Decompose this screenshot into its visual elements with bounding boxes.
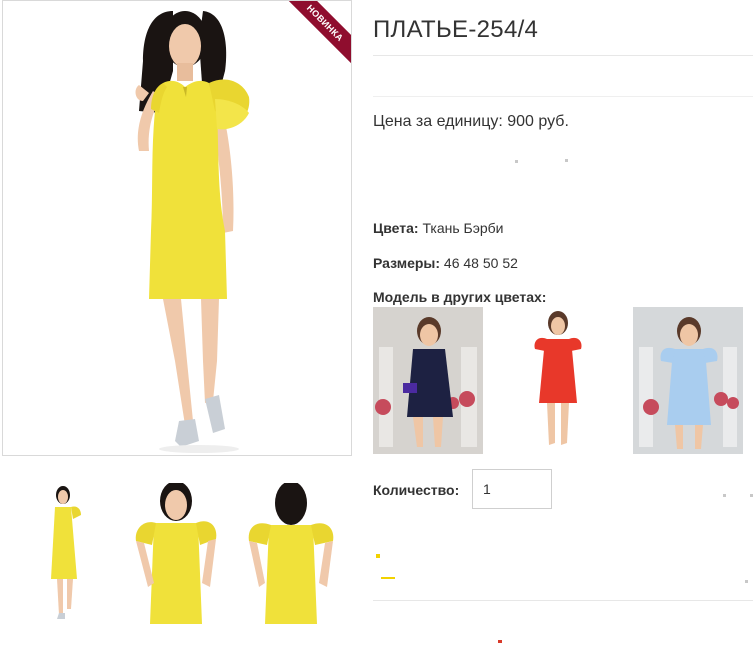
thumbnail-back-closeup[interactable] — [241, 483, 345, 624]
variant-image — [633, 307, 743, 454]
other-colors-title: Модель в других цветах: — [373, 289, 547, 305]
thumbnail-image — [51, 486, 81, 619]
artifact — [750, 494, 753, 497]
product-title: ПЛАТЬЕ-254/4 — [373, 16, 539, 43]
colors-row: Цвета: Ткань Бэрби — [373, 220, 503, 236]
model-photo — [135, 11, 250, 453]
artifact — [498, 640, 502, 643]
bottom-divider — [373, 600, 753, 601]
quantity-label: Количество: — [373, 482, 460, 498]
title-divider — [373, 55, 753, 56]
sizes-row: Размеры: 46 48 50 52 — [373, 255, 518, 271]
variant-navy[interactable] — [373, 307, 483, 454]
thumbnail-image — [135, 483, 217, 624]
sizes-value: 46 48 50 52 — [440, 255, 518, 271]
variant-light-blue[interactable] — [633, 307, 743, 454]
divider — [373, 96, 753, 97]
unit-price: Цена за единицу: 900 руб. — [373, 113, 569, 130]
artifact — [745, 580, 748, 583]
thumbnail-front-closeup[interactable] — [126, 483, 230, 624]
artifact — [515, 160, 518, 163]
main-product-image[interactable]: НОВИНКА — [2, 0, 352, 456]
colors-value: Ткань Бэрби — [418, 220, 504, 236]
dress-shape — [149, 80, 227, 299]
artifact — [376, 554, 380, 558]
artifact — [565, 159, 568, 162]
variant-red[interactable] — [503, 307, 613, 454]
artifact — [723, 494, 726, 497]
colors-label: Цвета: — [373, 220, 419, 236]
variant-image — [373, 307, 483, 454]
thumbnail-image — [248, 483, 334, 624]
quantity-input[interactable] — [472, 469, 552, 509]
thumbnail-front-full[interactable] — [11, 483, 111, 624]
artifact — [381, 577, 395, 579]
variant-image — [534, 311, 582, 445]
sizes-label: Размеры: — [373, 255, 441, 271]
